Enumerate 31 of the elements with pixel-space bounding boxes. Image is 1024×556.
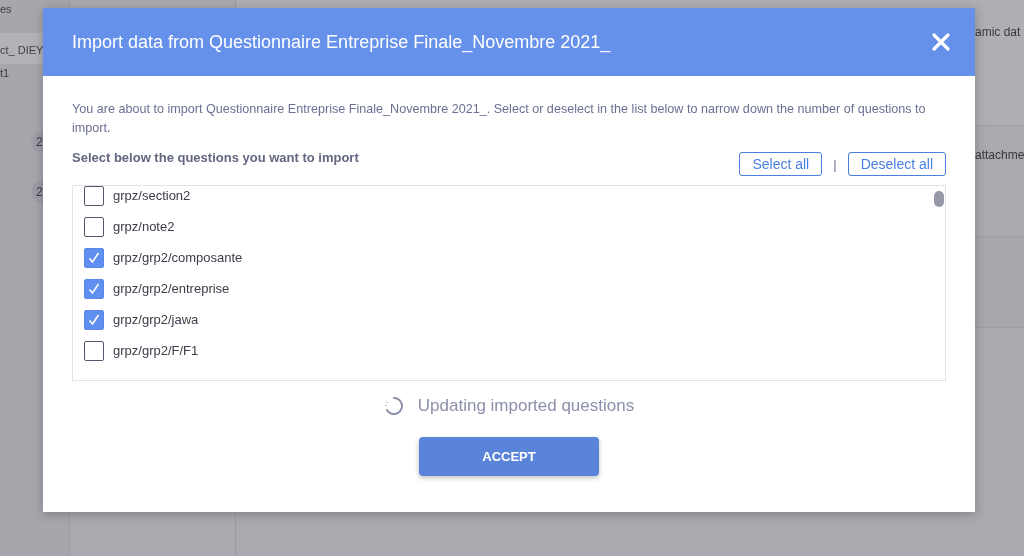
question-label: grpz/note2	[113, 219, 175, 234]
checkmark-icon	[87, 281, 101, 296]
question-label: grpz/grp2/entreprise	[113, 281, 230, 296]
checkmark-icon	[87, 312, 101, 327]
question-label: grpz/grp2/jawa	[113, 312, 199, 327]
scrollbar-thumb[interactable]	[934, 191, 944, 207]
question-label: grpz/grp2/F/F1	[113, 343, 199, 358]
checkbox[interactable]	[84, 186, 104, 206]
checkmark-icon	[87, 250, 101, 265]
sidebar-text: es	[0, 2, 13, 17]
spinner-icon	[383, 396, 404, 416]
background-text: amic dat	[975, 25, 1022, 41]
dialog-title: Import data from Questionnaire Entreprise Finale_Novembre 2021_	[72, 31, 611, 53]
close-button[interactable]	[931, 32, 951, 52]
section-heading: Select below the questions you want to import	[72, 150, 360, 165]
deselect-all-button[interactable]: Deselect all	[847, 152, 946, 176]
question-label: grpz/section2	[113, 188, 191, 203]
checkbox[interactable]	[84, 216, 104, 237]
checkbox[interactable]	[84, 247, 104, 268]
close-icon	[931, 32, 951, 52]
status-text: Updating imported questions	[417, 396, 635, 416]
checkbox[interactable]	[84, 278, 104, 299]
separator-text: |	[833, 156, 837, 172]
description-text: You are about to import Questionnaire Entreprise Finale_Novembre 2021_. Select or deselect in the list below to narrow down the number of questions to import.	[72, 101, 927, 137]
checkbox[interactable]	[84, 340, 104, 361]
sidebar-text: t1	[0, 66, 11, 81]
accept-button[interactable]: ACCEPT	[419, 437, 599, 476]
checkbox[interactable]	[84, 309, 104, 330]
background-text: attachme	[975, 148, 1024, 164]
question-label: grpz/grp2/composante	[113, 250, 243, 265]
select-all-button[interactable]: Select all	[739, 152, 823, 176]
